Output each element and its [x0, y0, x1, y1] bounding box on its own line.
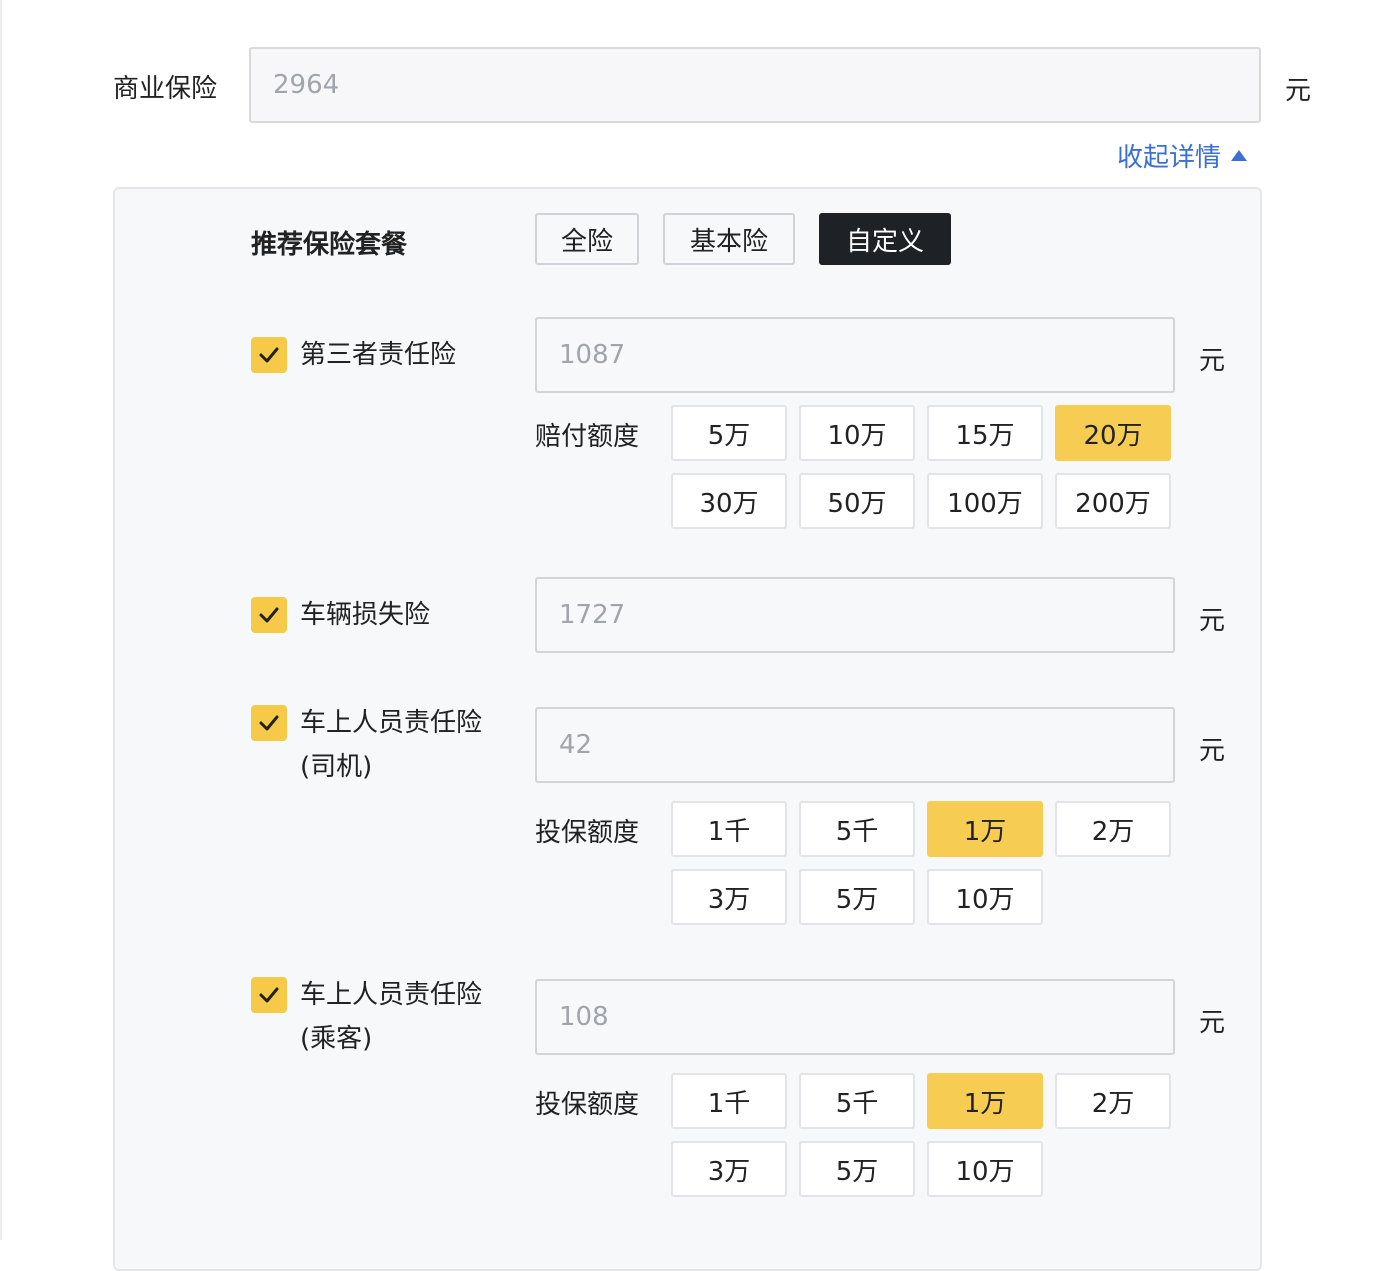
option-third-party-15w[interactable]: 15万 [927, 405, 1043, 461]
item-field-passenger[interactable] [537, 981, 1173, 1053]
option-driver-2w[interactable]: 2万 [1055, 801, 1171, 857]
package-button-full[interactable]: 全险 [535, 213, 639, 265]
option-third-party-10w[interactable]: 10万 [799, 405, 915, 461]
item-input-driver[interactable] [535, 707, 1175, 783]
option-label-driver: 投保额度 [535, 818, 640, 848]
commercial-insurance-unit: 元 [1285, 76, 1312, 106]
left-edge-divider [0, 0, 2, 1240]
package-label: 推荐保险套餐 [251, 230, 408, 260]
package-button-custom[interactable]: 自定义 [819, 213, 951, 265]
item-label-third-party: 第三者责任险 [300, 340, 457, 370]
item-unit-passenger: 元 [1199, 1008, 1226, 1038]
option-passenger-2w[interactable]: 2万 [1055, 1073, 1171, 1129]
item-label-passenger: 车上人员责任险 [300, 980, 483, 1010]
option-third-party-50w[interactable]: 50万 [799, 473, 915, 529]
option-driver-10w[interactable]: 10万 [927, 869, 1043, 925]
option-third-party-30w[interactable]: 30万 [671, 473, 787, 529]
item-checkbox-vehicle-loss[interactable] [251, 597, 287, 633]
item-label-vehicle-loss: 车辆损失险 [300, 600, 431, 630]
option-driver-5k[interactable]: 5千 [799, 801, 915, 857]
item-checkbox-passenger[interactable] [251, 977, 287, 1013]
item-input-vehicle-loss[interactable] [535, 577, 1175, 653]
option-driver-1w[interactable]: 1万 [927, 801, 1043, 857]
option-driver-1k[interactable]: 1千 [671, 801, 787, 857]
option-passenger-5w[interactable]: 5万 [799, 1141, 915, 1197]
commercial-insurance-field[interactable] [251, 49, 1259, 121]
item-field-third-party[interactable] [537, 319, 1173, 391]
commercial-insurance-label: 商业保险 [113, 74, 218, 104]
item-input-third-party[interactable] [535, 317, 1175, 393]
option-passenger-5k[interactable]: 5千 [799, 1073, 915, 1129]
item-label-passenger-sub: (乘客) [300, 1024, 373, 1054]
option-passenger-1w[interactable]: 1万 [927, 1073, 1043, 1129]
collapse-details-text: 收起详情 [1117, 143, 1222, 173]
option-passenger-1k[interactable]: 1千 [671, 1073, 787, 1129]
option-third-party-20w[interactable]: 20万 [1055, 405, 1171, 461]
item-field-driver[interactable] [537, 709, 1173, 781]
option-third-party-200w[interactable]: 200万 [1055, 473, 1171, 529]
option-label-third-party: 赔付额度 [535, 422, 640, 452]
checkmark-icon [259, 347, 279, 363]
checkmark-icon [259, 607, 279, 623]
checkmark-icon [259, 715, 279, 731]
item-unit-third-party: 元 [1199, 346, 1226, 376]
item-label-driver: 车上人员责任险 [300, 708, 483, 738]
commercial-insurance-input[interactable] [249, 47, 1261, 123]
option-passenger-10w[interactable]: 10万 [927, 1141, 1043, 1197]
item-label-driver-sub: (司机) [300, 752, 373, 782]
option-third-party-5w[interactable]: 5万 [671, 405, 787, 461]
option-driver-5w[interactable]: 5万 [799, 869, 915, 925]
package-button-basic[interactable]: 基本险 [663, 213, 795, 265]
option-label-passenger: 投保额度 [535, 1090, 640, 1120]
item-checkbox-driver[interactable] [251, 705, 287, 741]
caret-up-icon [1231, 150, 1248, 161]
item-unit-vehicle-loss: 元 [1199, 606, 1226, 636]
option-passenger-3w[interactable]: 3万 [671, 1141, 787, 1197]
item-checkbox-third-party[interactable] [251, 337, 287, 373]
option-third-party-100w[interactable]: 100万 [927, 473, 1043, 529]
option-driver-3w[interactable]: 3万 [671, 869, 787, 925]
checkmark-icon [259, 987, 279, 1003]
item-input-passenger[interactable] [535, 979, 1175, 1055]
collapse-details-link[interactable]: 收起详情 [1117, 137, 1248, 174]
item-field-vehicle-loss[interactable] [537, 579, 1173, 651]
item-unit-driver: 元 [1199, 736, 1226, 766]
